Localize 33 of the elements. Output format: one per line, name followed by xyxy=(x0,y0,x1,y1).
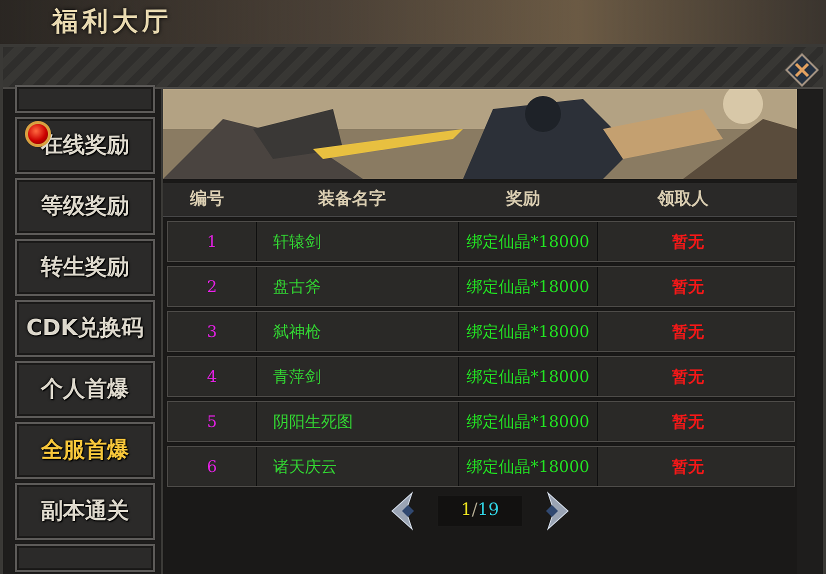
table-cell-text: 暂无 xyxy=(671,230,705,252)
column-header: 编号 xyxy=(188,188,225,211)
table-cell: 绑定仙晶*18000 xyxy=(458,222,598,261)
table-cell-text: 暂无 xyxy=(671,366,705,388)
table-cell-text: 3 xyxy=(206,320,218,342)
table-cell-text: 暂无 xyxy=(671,320,705,342)
menu-button[interactable]: 副本通关 xyxy=(15,483,155,540)
table-cell-text: 暂无 xyxy=(671,410,705,432)
column-header: 装备名字 xyxy=(317,188,387,211)
table-cell-text: 暂无 xyxy=(671,456,705,478)
menu-button[interactable]: 等级奖励 xyxy=(15,178,155,235)
table-cell: 绑定仙晶*18000 xyxy=(458,312,598,351)
window-title: 福利大厅 xyxy=(52,6,173,39)
table-cell-text: 5 xyxy=(206,410,218,432)
table-cell: 绑定仙晶*18000 xyxy=(458,267,598,306)
close-button[interactable] xyxy=(783,51,821,89)
menu-button[interactable]: CDK兑换码 xyxy=(15,300,155,357)
table-cell-text: 1 xyxy=(206,230,218,252)
menu-button[interactable] xyxy=(15,85,155,113)
table-cell-text: 暂无 xyxy=(671,276,705,298)
column-header: 奖励 xyxy=(504,188,541,211)
menu-button[interactable] xyxy=(15,544,155,572)
table-cell-text: 2 xyxy=(206,276,218,298)
table-cell: 绑定仙晶*18000 xyxy=(458,402,598,441)
menu-button[interactable]: 转生奖励 xyxy=(15,239,155,296)
table-cell: 绑定仙晶*18000 xyxy=(458,447,598,486)
page-indicator: 1/19 xyxy=(438,496,522,526)
table-cell-text: 4 xyxy=(206,366,218,388)
table-cell: 绑定仙晶*18000 xyxy=(458,357,598,396)
column-header: 领取人 xyxy=(656,188,710,211)
menu-button[interactable]: 个人首爆 xyxy=(15,361,155,418)
table-cell-text: 6 xyxy=(206,456,218,478)
menu-button[interactable]: 全服首爆 xyxy=(15,422,155,479)
